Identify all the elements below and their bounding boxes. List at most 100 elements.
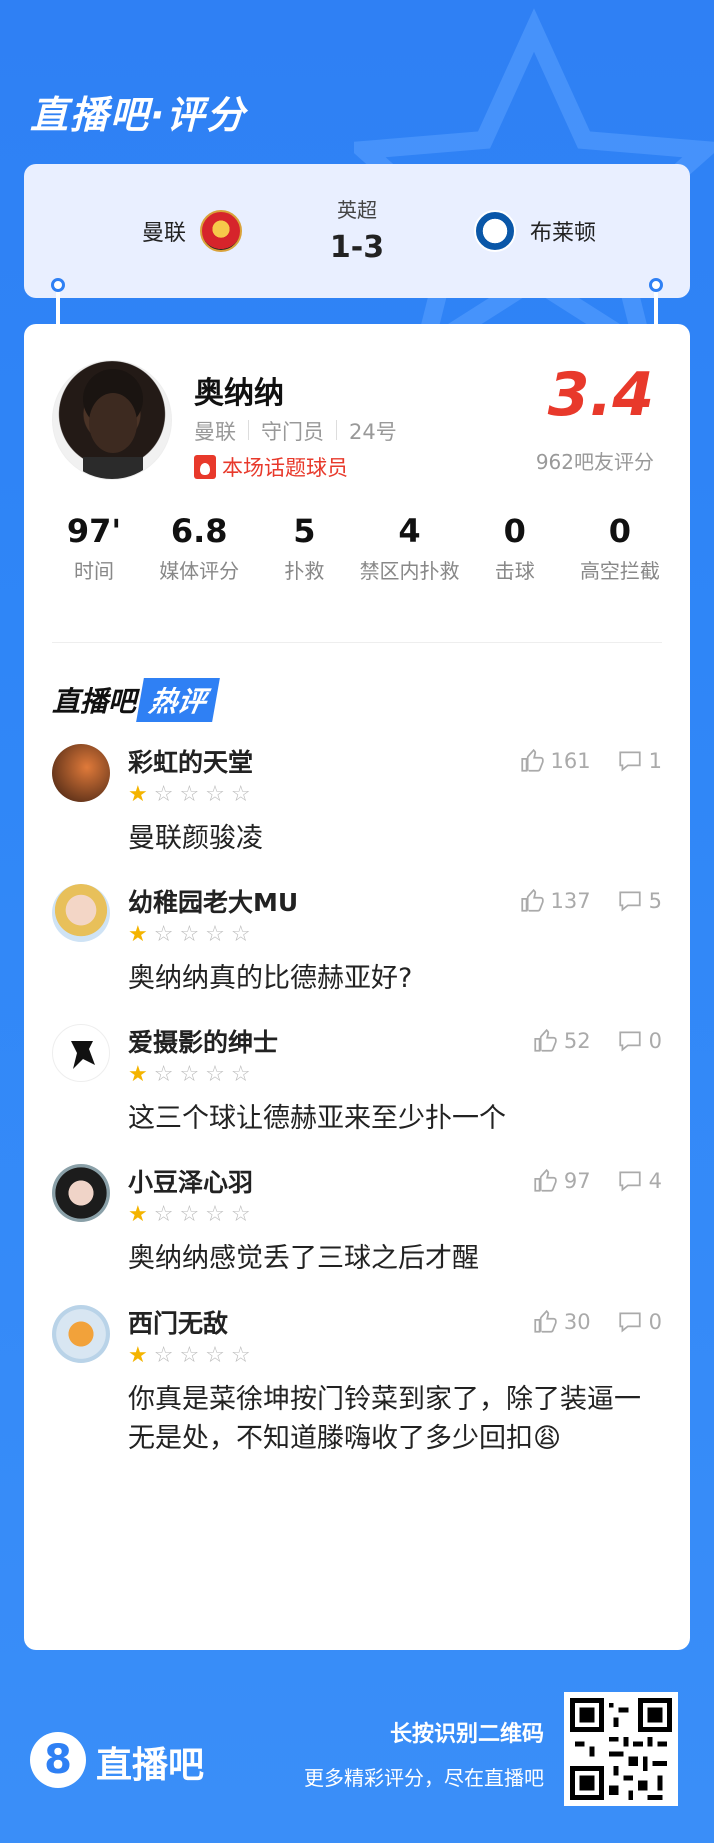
stat-media-rating: 6.8 媒体评分 xyxy=(149,512,249,584)
comment-list: 彩虹的天堂 161 1 ★☆☆☆☆ 曼联颜骏凌 幼稚园老大MU 137 5 ★☆… xyxy=(52,744,662,1484)
rating-count: 962吧友评分 xyxy=(535,450,654,474)
thumbs-up-icon xyxy=(534,1169,557,1193)
stat-label: 高空拦截 xyxy=(579,559,660,583)
stat-value: 0 xyxy=(503,512,526,550)
player-team: 曼联 xyxy=(194,420,236,444)
like-count: 97 xyxy=(563,1169,591,1194)
reply-count: 0 xyxy=(648,1309,662,1334)
hot-comments-title: 直播吧 热评 xyxy=(52,678,220,722)
comment-item: 爱摄影的绅士 52 0 ★☆☆☆☆ 这三个球让德赫亚来至少扑一个 xyxy=(52,1024,662,1138)
thumbs-up-icon xyxy=(534,1309,557,1333)
divider xyxy=(52,642,662,643)
like-count: 30 xyxy=(563,1309,591,1334)
stat-high-claims: 0 高空拦截 xyxy=(570,512,670,584)
stat-value: 5 xyxy=(293,512,316,550)
like-button[interactable]: 161 xyxy=(519,748,591,774)
user-avatar[interactable] xyxy=(52,744,110,802)
comment-text: 曼联颜骏凌 xyxy=(128,823,263,854)
fan-rating: 3.4 xyxy=(547,360,654,430)
brighton-badge-icon xyxy=(474,210,516,252)
reply-count: 0 xyxy=(648,1029,662,1054)
comment-text: 你真是菜徐坤按门铃菜到家了，除了装逼一无是处，不知道滕嗨收了多少回扣😩 xyxy=(128,1383,641,1454)
like-button[interactable]: 137 xyxy=(519,888,591,914)
player-avatar xyxy=(52,360,172,480)
comment-username[interactable]: 爱摄影的绅士 xyxy=(128,1023,278,1059)
user-avatar[interactable] xyxy=(52,1024,110,1083)
comment-item: 彩虹的天堂 161 1 ★☆☆☆☆ 曼联颜骏凌 xyxy=(52,744,662,858)
like-button[interactable]: 30 xyxy=(532,1309,591,1335)
qr-cta-subtitle: 更多精彩评分，尽在直播吧 xyxy=(304,1766,544,1790)
star-rating: ★☆☆☆☆ xyxy=(128,782,257,807)
reply-count: 4 xyxy=(648,1169,662,1194)
hot-player-tag: 本场话题球员 xyxy=(194,452,348,482)
reply-button[interactable]: 5 xyxy=(617,888,662,914)
stats-row: 97' 时间 6.8 媒体评分 5 扑救 4 禁区内扑救 0 击球 0 高空拦截 xyxy=(44,512,670,584)
brand-logo-icon: 8 xyxy=(30,1732,86,1788)
stat-label: 扑救 xyxy=(284,559,325,583)
reply-button[interactable]: 4 xyxy=(617,1168,662,1194)
star-rating: ★☆☆☆☆ xyxy=(128,1202,257,1228)
player-position: 守门员 xyxy=(261,420,324,444)
comment-item: 幼稚园老大MU 137 5 ★☆☆☆☆ 奥纳纳真的比德赫亚好? xyxy=(52,884,662,998)
qr-cta-title: 长按识别二维码 xyxy=(389,1722,544,1747)
like-count: 137 xyxy=(550,889,591,914)
thumbs-up-icon xyxy=(520,748,544,772)
comment-username[interactable]: 小豆泽心羽 xyxy=(128,1163,253,1199)
reply-button[interactable]: 0 xyxy=(617,1028,662,1054)
footer: 8 直播吧 长按识别二维码 更多精彩评分，尽在直播吧 xyxy=(0,1680,714,1843)
like-count: 52 xyxy=(563,1029,591,1054)
user-avatar[interactable] xyxy=(52,884,110,943)
comment-bubble-icon xyxy=(619,751,641,772)
stat-label: 禁区内扑救 xyxy=(359,559,460,583)
match-card: 曼联 英超 1-3 布莱顿 xyxy=(24,164,690,298)
stat-box-saves: 4 禁区内扑救 xyxy=(360,512,460,584)
comment-item: 西门无敌 30 0 ★☆☆☆☆ 你真是菜徐坤按门铃菜到家了，除了装逼一无是处，不… xyxy=(52,1304,662,1458)
comment-text: 奥纳纳感觉丢了三球之后才醒 xyxy=(128,1243,479,1275)
reply-button[interactable]: 1 xyxy=(617,748,662,774)
stat-saves: 5 扑救 xyxy=(254,512,354,584)
comment-username[interactable]: 西门无敌 xyxy=(128,1304,228,1340)
meta-divider xyxy=(248,420,249,440)
reply-count: 5 xyxy=(648,889,662,914)
comment-username[interactable]: 彩虹的天堂 xyxy=(128,743,253,779)
stat-value: 4 xyxy=(398,512,421,550)
brand-name: 直播吧 xyxy=(96,1745,205,1786)
stat-value: 97' xyxy=(66,512,122,550)
stat-label: 击球 xyxy=(494,559,535,583)
player-name: 奥纳纳 xyxy=(194,376,284,411)
section-title-brand: 直播吧 xyxy=(52,685,137,718)
stat-value: 6.8 xyxy=(170,512,228,550)
qr-code[interactable] xyxy=(564,1692,678,1806)
app-title: 直播吧·评分 xyxy=(30,93,247,137)
comment-bubble-icon xyxy=(619,1312,641,1333)
away-team: 布莱顿 xyxy=(474,210,596,252)
like-button[interactable]: 52 xyxy=(532,1028,591,1054)
flame-icon xyxy=(194,455,216,479)
comment-bubble-icon xyxy=(619,891,641,912)
like-count: 161 xyxy=(550,749,591,773)
section-title-hot: 热评 xyxy=(136,678,220,722)
stat-time: 97' 时间 xyxy=(44,512,144,584)
thumbs-up-icon xyxy=(520,889,544,912)
like-button[interactable]: 97 xyxy=(532,1168,591,1194)
comment-item: 小豆泽心羽 97 4 ★☆☆☆☆ 奥纳纳感觉丢了三球之后才醒 xyxy=(52,1164,662,1278)
comment-username[interactable]: 幼稚园老大MU xyxy=(128,883,298,919)
hot-tag-label: 本场话题球员 xyxy=(222,456,348,480)
star-rating: ★☆☆☆☆ xyxy=(128,922,257,948)
reply-button[interactable]: 0 xyxy=(617,1309,662,1335)
comment-text: 这三个球让德赫亚来至少扑一个 xyxy=(128,1103,506,1135)
user-avatar[interactable] xyxy=(52,1304,110,1363)
player-number: 24号 xyxy=(349,420,397,444)
stat-value: 0 xyxy=(608,512,632,550)
user-avatar[interactable] xyxy=(52,1164,110,1223)
star-rating: ★☆☆☆☆ xyxy=(128,1342,257,1368)
thumbs-up-icon xyxy=(534,1029,557,1052)
reply-count: 1 xyxy=(648,749,662,773)
away-team-name: 布莱顿 xyxy=(530,221,597,246)
comment-text: 奥纳纳真的比德赫亚好? xyxy=(128,963,413,995)
comment-bubble-icon xyxy=(619,1031,641,1052)
stat-label: 媒体评分 xyxy=(159,559,240,583)
stat-punches: 0 击球 xyxy=(465,512,565,584)
player-rating-card: 奥纳纳 曼联 守门员 24号 本场话题球员 3.4 962吧友评分 97' 时间… xyxy=(24,324,690,1650)
player-meta: 曼联 守门员 24号 xyxy=(194,416,397,446)
